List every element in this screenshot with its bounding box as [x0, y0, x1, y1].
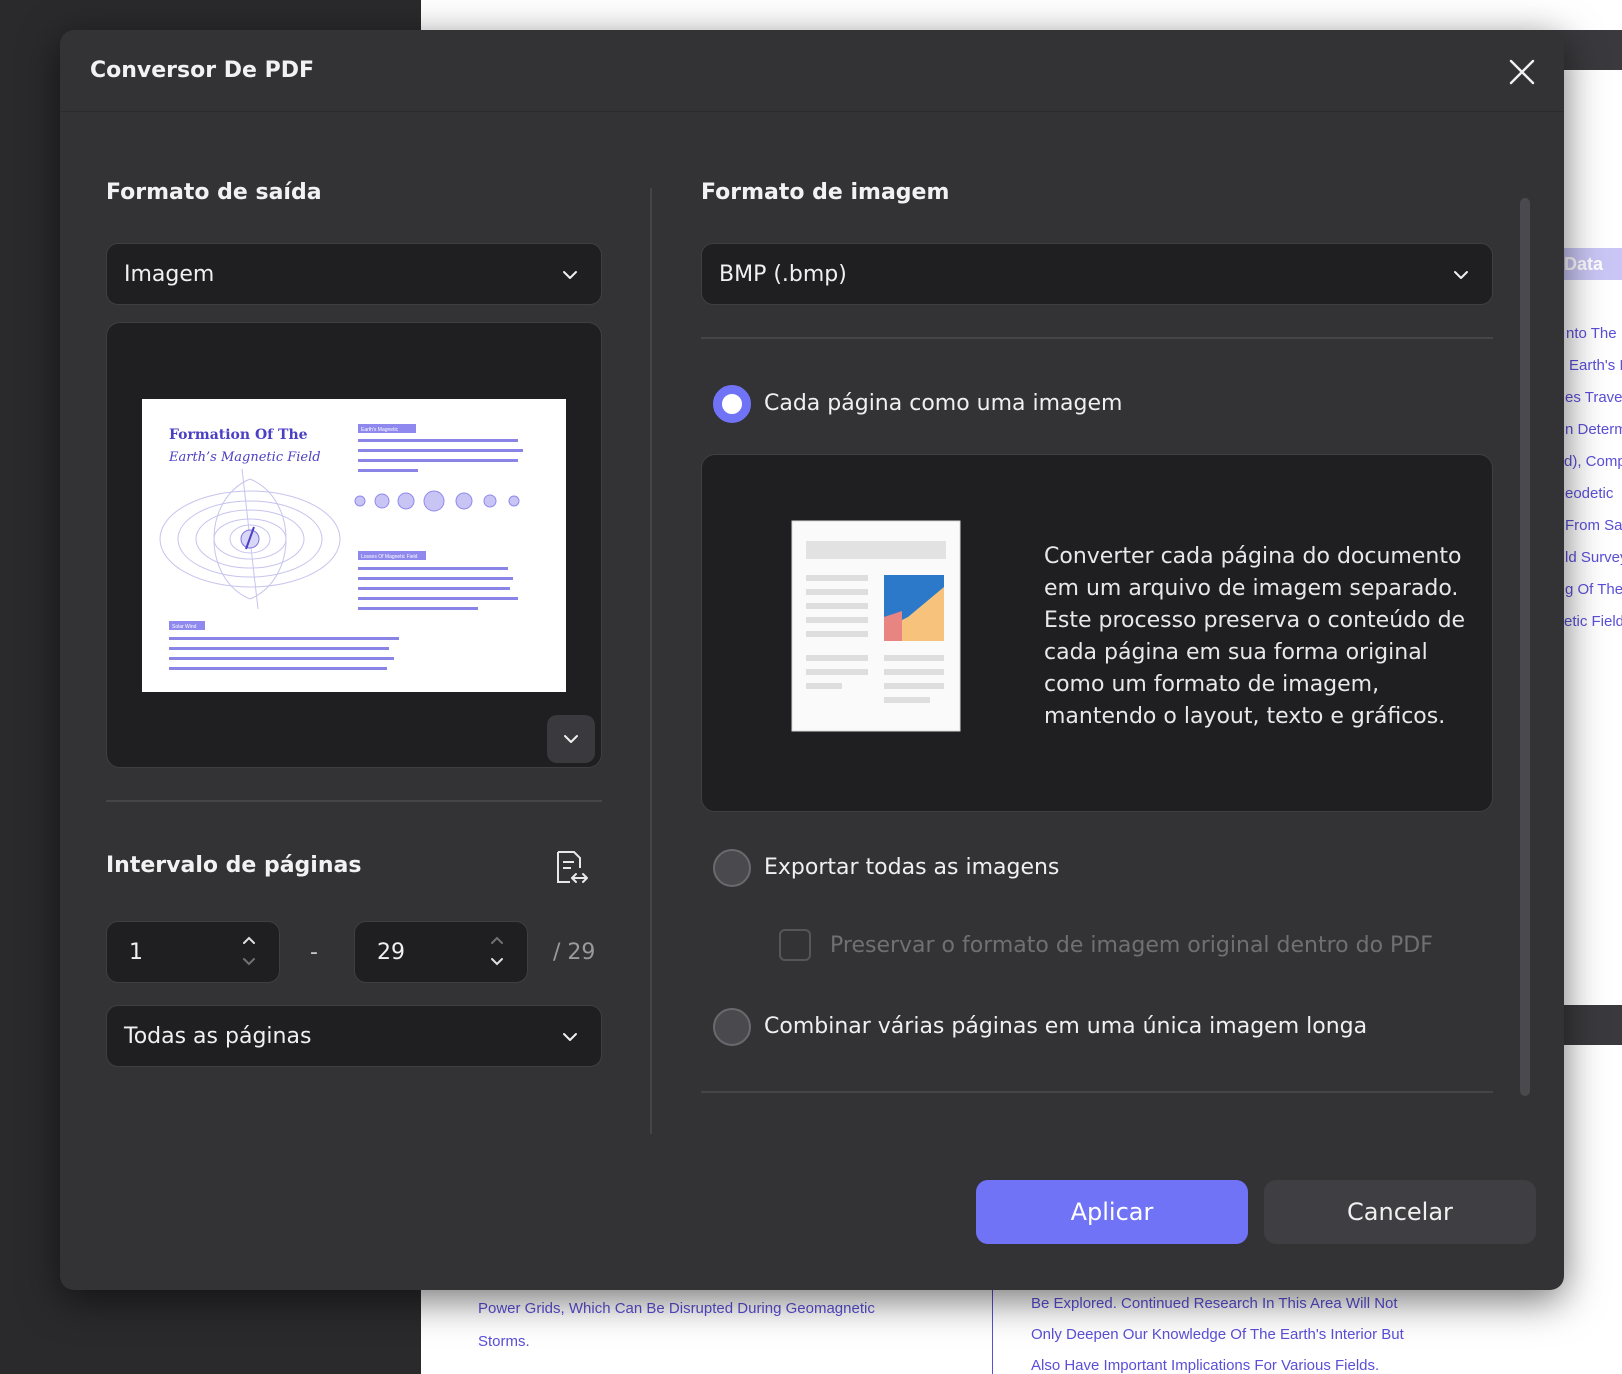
dialog-title: Conversor De PDF — [90, 58, 315, 83]
chevron-down-icon[interactable] — [489, 956, 505, 968]
right-top-divider — [701, 337, 1493, 339]
preview-expand-button[interactable] — [547, 715, 595, 763]
radio-each-page[interactable] — [713, 385, 751, 423]
radio-export-all[interactable] — [713, 849, 751, 887]
chevron-down-icon[interactable] — [241, 956, 257, 968]
range-to-input[interactable]: 29 — [354, 921, 528, 983]
preserve-format-label[interactable]: Preservar o formato de imagem original d… — [830, 933, 1433, 958]
background-text-line: nto The — [1566, 325, 1617, 342]
background-text-line: Also Have Important Implications For Var… — [1031, 1357, 1380, 1374]
background-text-line: d), Comp — [1564, 453, 1622, 470]
option-export-all-label[interactable]: Exportar todas as imagens — [764, 855, 1059, 880]
output-format-title: Formato de saída — [106, 180, 322, 205]
background-text-line: ld Survey — [1565, 549, 1622, 566]
background-page-gap — [1563, 1005, 1622, 1045]
range-to-value: 29 — [377, 940, 405, 965]
background-text-line: Earth's I — [1569, 357, 1622, 374]
option-each-page-label[interactable]: Cada página como uma imagem — [764, 391, 1122, 416]
background-text-line: es Trave — [1565, 389, 1622, 406]
range-separator: - — [310, 940, 318, 965]
left-divider — [106, 800, 602, 802]
chevron-down-icon — [563, 1033, 577, 1041]
apply-button[interactable]: Aplicar — [976, 1180, 1248, 1244]
options-scrollbar[interactable] — [1520, 198, 1530, 1096]
chevron-down-icon — [1454, 271, 1468, 279]
range-from-value: 1 — [129, 940, 143, 965]
swap-range-button[interactable] — [550, 848, 590, 888]
dialog-header: Conversor De PDF — [60, 30, 1564, 112]
image-format-value: BMP (.bmp) — [719, 262, 847, 287]
radio-combine[interactable] — [713, 1008, 751, 1046]
option-description-text: Converter cada página do documento em um… — [1044, 544, 1466, 729]
preview-tag2: Losses Of Magnetic Field — [361, 554, 418, 560]
page-range-title: Intervalo de páginas — [106, 853, 362, 878]
page-subset-value: Todas as páginas — [124, 1024, 312, 1049]
right-bottom-divider — [701, 1091, 1493, 1093]
background-text-line: Only Deepen Our Knowledge Of The Earth's… — [1031, 1326, 1404, 1343]
option-description-panel: Converter cada página do documento em um… — [701, 454, 1493, 812]
close-icon — [1509, 59, 1535, 85]
option-combine-label[interactable]: Combinar várias páginas em uma única ima… — [764, 1014, 1367, 1039]
preview-title-line2: Earth’s Magnetic Field — [168, 450, 321, 465]
background-text-line: Power Grids, Which Can Be Disrupted Duri… — [478, 1300, 875, 1317]
preview-title-line1: Formation Of The — [169, 427, 308, 443]
preserve-format-checkbox[interactable] — [779, 929, 811, 961]
page-subset-select[interactable]: Todas as páginas — [106, 1005, 602, 1067]
output-format-value: Imagem — [124, 262, 215, 287]
background-text-line: etic Field — [1564, 613, 1622, 630]
image-format-select[interactable]: BMP (.bmp) — [701, 243, 1493, 305]
pdf-converter-dialog: Conversor De PDF Formato de saída Imagem… — [60, 30, 1564, 1290]
background-text-line: Storms. — [478, 1333, 530, 1350]
column-divider — [650, 188, 652, 1134]
chevron-down-icon — [564, 735, 578, 743]
background-text-line: eodetic — [1565, 485, 1614, 502]
background-text-line: Be Explored. Continued Research In This … — [1031, 1295, 1398, 1312]
cancel-button[interactable]: Cancelar — [1264, 1180, 1536, 1244]
chevron-up-icon[interactable] — [241, 934, 257, 946]
output-format-select[interactable]: Imagem — [106, 243, 602, 305]
preview-tag1: Earth's Magnetic — [361, 427, 399, 433]
range-from-input[interactable]: 1 — [106, 921, 280, 983]
document-preview: Formation Of The Earth’s Magnetic Field — [106, 322, 602, 768]
background-column-divider — [992, 1290, 993, 1374]
background-text-line: From Sa — [1565, 517, 1622, 534]
preview-tag3: Solar Wind — [172, 624, 197, 630]
background-text-line: n Determ — [1565, 421, 1622, 438]
background-text-line: g Of The — [1565, 581, 1622, 598]
chevron-down-icon — [563, 271, 577, 279]
background-page-edge — [1563, 70, 1622, 1005]
chevron-up-icon[interactable] — [489, 934, 505, 946]
range-total: / 29 — [553, 940, 596, 965]
image-format-title: Formato de imagem — [701, 180, 950, 205]
preview-thumbnail: Formation Of The Earth’s Magnetic Field — [142, 399, 566, 692]
close-button[interactable] — [1506, 56, 1538, 88]
page-swap-icon — [557, 851, 588, 883]
preview-page-artwork: Formation Of The Earth’s Magnetic Field — [159, 424, 523, 670]
document-page-icon — [791, 520, 961, 732]
